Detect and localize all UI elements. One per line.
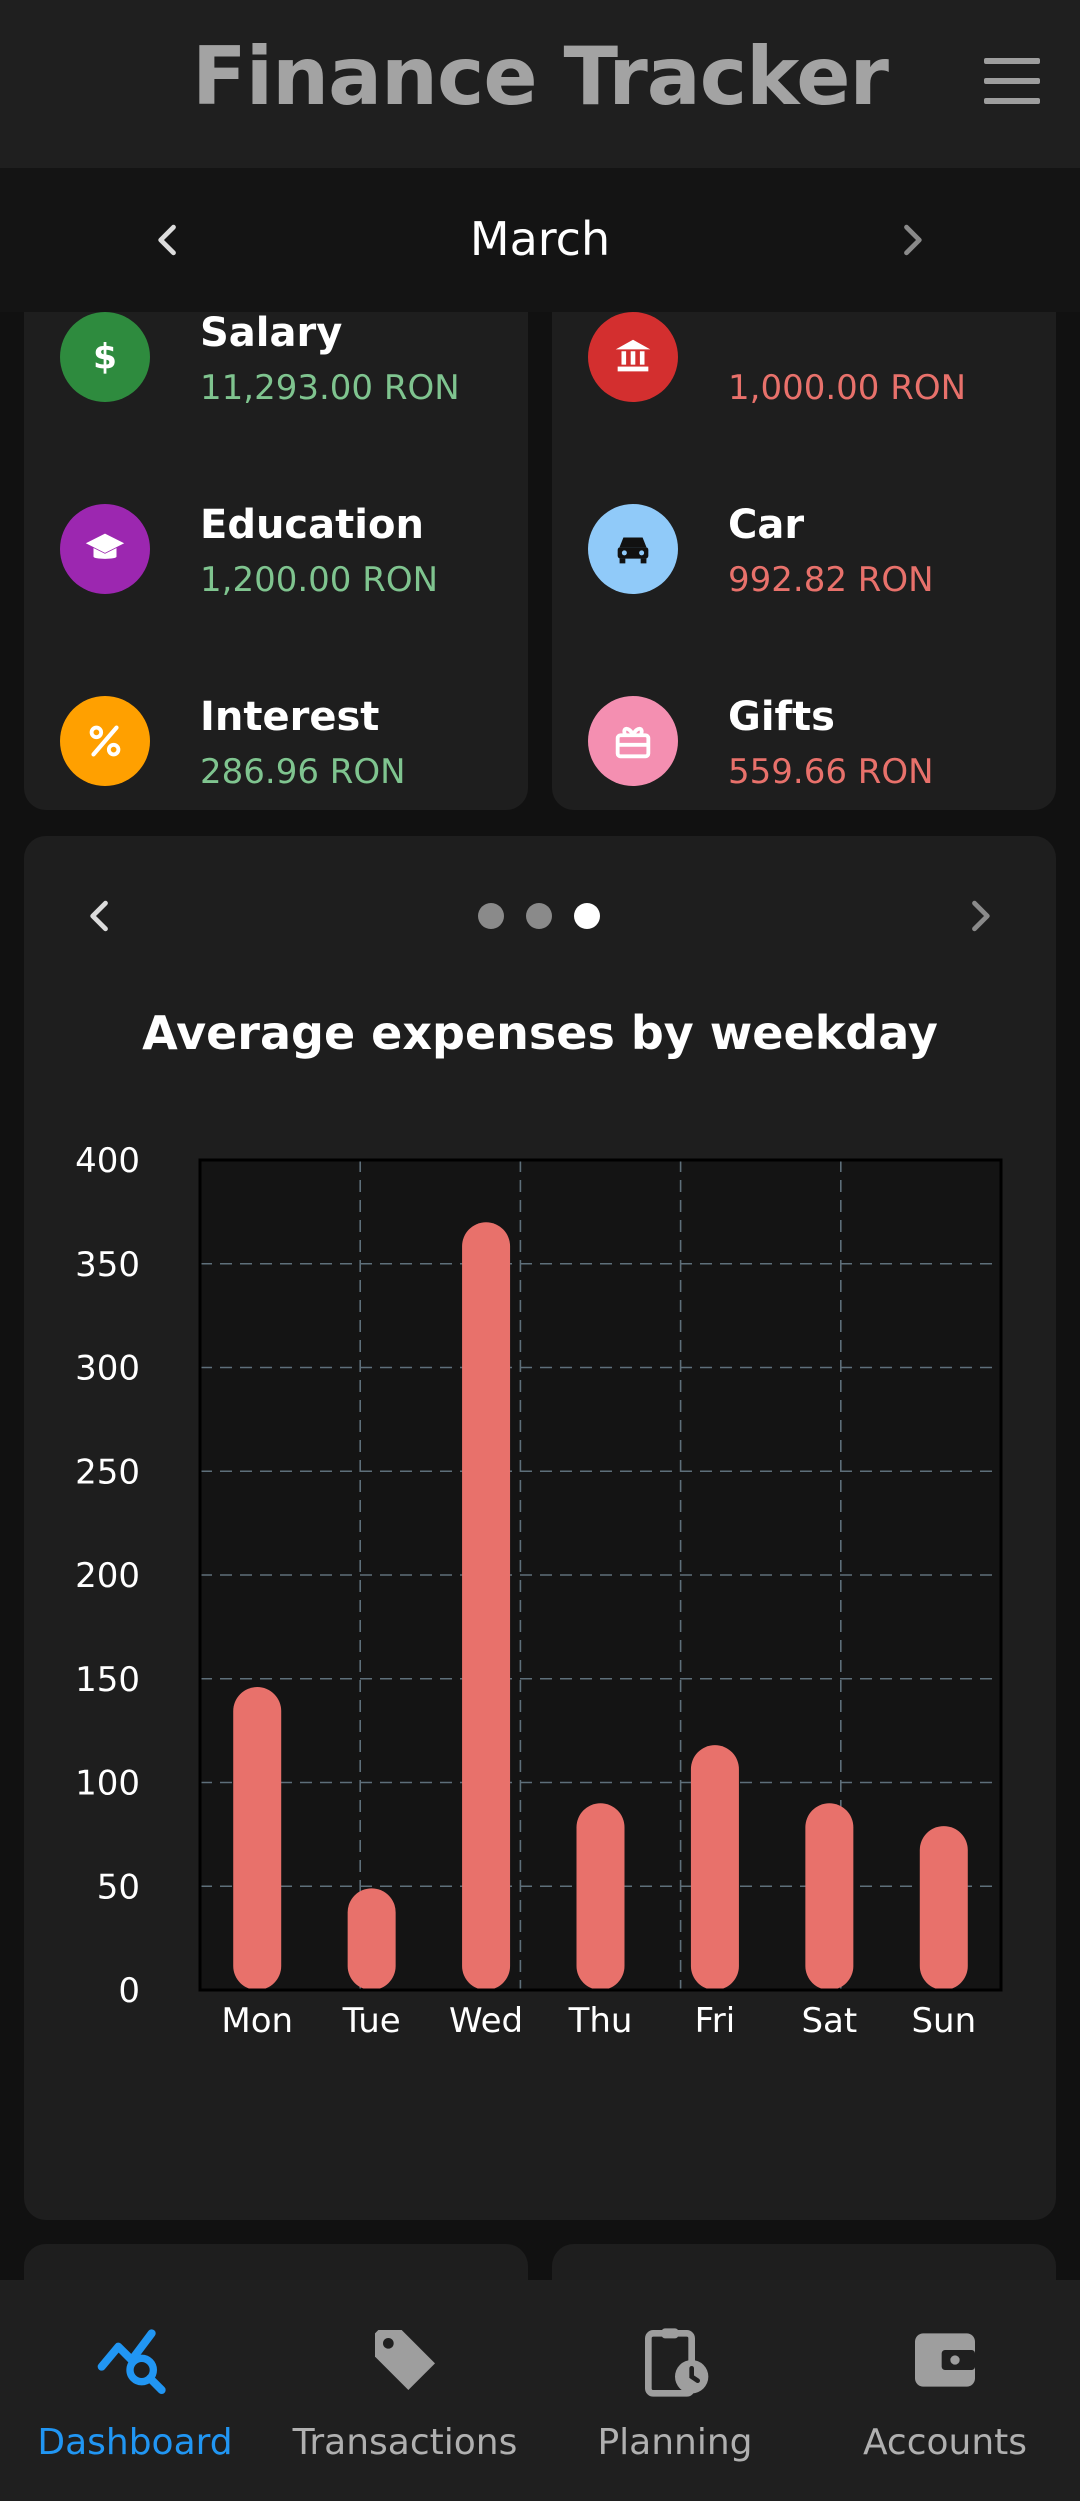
- y-tick-label: 200: [75, 1556, 140, 1596]
- y-tick-label: 0: [118, 1971, 140, 2011]
- menu-icon-bar: [984, 98, 1040, 104]
- bar: [233, 1687, 282, 1990]
- category-amount: 1,200.00 RON: [200, 560, 439, 600]
- chevron-right-icon: [904, 224, 922, 256]
- category-amount: 1,000.00 RON: [728, 368, 967, 408]
- month-navigator: March: [0, 168, 1080, 312]
- nav-label: Dashboard: [37, 2422, 233, 2463]
- category-amount: 559.66 RON: [728, 752, 934, 792]
- y-tick-label: 150: [75, 1660, 140, 1700]
- graduation-cap-icon: [60, 504, 150, 594]
- nav-accounts[interactable]: Accounts: [810, 2280, 1080, 2501]
- bottom-navigation: Dashboard Transactions Planning Accounts: [0, 2280, 1080, 2501]
- svg-text:$: $: [93, 338, 117, 378]
- next-card-right: [552, 2244, 1056, 2280]
- x-tick-label: Wed: [449, 2001, 523, 2041]
- category-name: Gifts: [728, 694, 835, 740]
- menu-icon-bar: [984, 78, 1040, 84]
- chart-search-icon: [97, 2329, 166, 2394]
- tag-icon: [375, 2330, 435, 2390]
- y-tick-label: 400: [75, 1141, 140, 1181]
- category-name: Education: [200, 502, 424, 548]
- x-tick-label: Sat: [801, 2001, 857, 2041]
- app-bar: Finance Tracker: [0, 0, 1080, 168]
- car-icon: [588, 504, 678, 594]
- x-tick-label: Thu: [568, 2001, 633, 2041]
- category-item-salary[interactable]: $ Salary 11,293.00 RON: [60, 312, 500, 412]
- expense-categories-card: 1,000.00 RON Car 992.82 RON Gifts 559.66…: [552, 312, 1056, 810]
- y-tick-label: 50: [97, 1867, 140, 1907]
- category-item-car[interactable]: Car 992.82 RON: [588, 494, 1028, 604]
- category-item-gifts[interactable]: Gifts 559.66 RON: [588, 686, 1028, 796]
- chart-carousel-card: Average expenses by weekday 0 50 100 150 200…: [24, 836, 1056, 2220]
- nav-label: Accounts: [862, 2422, 1028, 2463]
- nav-planning[interactable]: Planning: [540, 2280, 810, 2501]
- menu-icon: [984, 58, 1040, 64]
- y-tick-label: 350: [75, 1245, 140, 1285]
- nav-label: Transactions: [292, 2422, 518, 2463]
- bar: [805, 1803, 854, 1990]
- category-name: Salary: [200, 312, 343, 356]
- x-tick-label: Tue: [342, 2001, 401, 2041]
- income-categories-card: $ Salary 11,293.00 RON Education 1,200.0…: [24, 312, 528, 810]
- bar: [576, 1803, 625, 1990]
- category-item-education[interactable]: Education 1,200.00 RON: [60, 494, 500, 604]
- x-tick-label: Mon: [221, 2001, 293, 2041]
- app-title: Finance Tracker: [192, 30, 889, 123]
- next-month-button[interactable]: [890, 218, 934, 262]
- nav-transactions[interactable]: Transactions: [270, 2280, 540, 2501]
- category-amount: 992.82 RON: [728, 560, 934, 600]
- y-tick-label: 300: [75, 1349, 140, 1389]
- clipboard-clock-icon: [645, 2328, 709, 2397]
- category-name: Interest: [200, 694, 380, 740]
- y-tick-label: 100: [75, 1764, 140, 1804]
- wallet-icon: [915, 2333, 975, 2387]
- bank-icon: [588, 312, 678, 402]
- weekday-expenses-chart: 0 50 100 150 200 250 300 350 400 Mon Tue Wed Thu Fri S…: [75, 1141, 1003, 2041]
- dollar-icon: $: [60, 312, 150, 402]
- percent-icon: [60, 696, 150, 786]
- y-tick-label: 250: [75, 1452, 140, 1492]
- x-tick-label: Sun: [911, 2001, 976, 2041]
- gift-icon: [588, 696, 678, 786]
- menu-button[interactable]: [984, 58, 1040, 104]
- dashboard-scroll-area[interactable]: $ Salary 11,293.00 RON Education 1,200.0…: [0, 312, 1080, 2280]
- category-amount: 11,293.00 RON: [200, 368, 460, 408]
- next-card-left: [24, 2244, 528, 2280]
- x-tick-label: Fri: [695, 2001, 736, 2041]
- category-name: Car: [728, 502, 805, 548]
- nav-label: Planning: [597, 2422, 753, 2463]
- category-item-bank[interactable]: 1,000.00 RON: [588, 312, 1028, 412]
- bar: [690, 1745, 739, 1990]
- bar: [462, 1222, 511, 1990]
- bar: [347, 1888, 396, 1990]
- category-item-interest[interactable]: Interest 286.96 RON: [60, 686, 500, 796]
- bar: [919, 1826, 968, 1990]
- category-amount: 286.96 RON: [200, 752, 406, 792]
- nav-dashboard[interactable]: Dashboard: [0, 2280, 270, 2501]
